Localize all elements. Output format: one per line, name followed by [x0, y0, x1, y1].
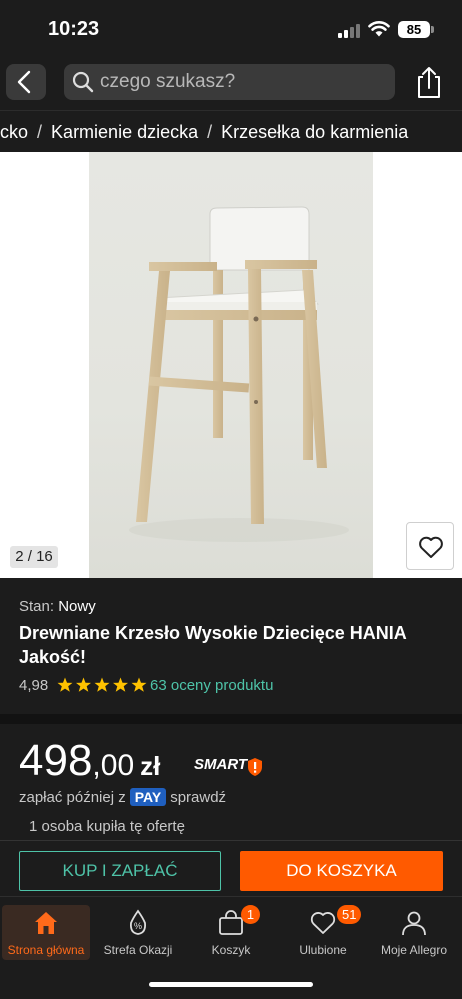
allegro-pay-badge: PAY	[129, 788, 167, 806]
tab-home[interactable]: Strona główna	[2, 905, 90, 960]
status-bar: 10:23 85	[0, 0, 462, 56]
product-title: Drewniane Krzesło Wysokie Dziecięce HANI…	[19, 623, 407, 667]
tab-label: Koszyk	[211, 943, 251, 957]
condition-value: Nowy	[58, 598, 96, 615]
breadcrumb-item[interactable]: Karmienie dziecka	[51, 122, 198, 142]
favorites-badge: 51	[337, 905, 362, 924]
tab-favorites[interactable]: 51 Ulubione	[279, 905, 367, 960]
bought-info: 1 osoba kupiła tę ofertę	[29, 818, 185, 835]
condition-label: Stan: Nowy	[19, 598, 96, 615]
share-button[interactable]	[412, 64, 446, 100]
tab-my-allegro[interactable]: Moje Allegro	[370, 905, 458, 960]
cellular-signal-icon	[338, 24, 362, 38]
ratings-link[interactable]: 63 oceny produktu	[150, 677, 273, 694]
product-photo[interactable]	[89, 152, 373, 578]
back-button[interactable]	[6, 64, 46, 100]
price-currency: zł	[140, 751, 161, 781]
home-icon	[35, 912, 57, 934]
tab-label: Ulubione	[299, 943, 347, 957]
photo-counter: 2 / 16	[10, 546, 58, 568]
breadcrumb-separator: /	[37, 122, 43, 142]
wifi-icon	[368, 21, 390, 37]
breadcrumb-item[interactable]: Krzesełka do karmienia	[221, 122, 408, 142]
breadcrumb: ecko / Karmienie dziecka / Krzesełka do karm…	[0, 110, 462, 152]
purchase-action-bar: KUP I ZAPŁAĆ DO KOSZYKA	[0, 840, 462, 896]
product-gallery[interactable]: 2 / 16	[0, 152, 462, 578]
price: 498,00 zł	[19, 736, 161, 785]
search-box[interactable]	[64, 64, 395, 100]
rating-value: 4,98	[19, 677, 49, 694]
buy-now-button[interactable]: KUP I ZAPŁAĆ	[19, 851, 221, 891]
share-icon	[418, 67, 440, 98]
pay-later-check-link[interactable]: sprawdź	[170, 789, 226, 806]
heart-icon	[310, 912, 336, 934]
search-icon	[72, 71, 94, 93]
cart-badge: 1	[241, 905, 260, 924]
smart-badge[interactable]: SMART	[194, 756, 247, 773]
section-divider	[0, 714, 462, 724]
price-cents: ,00	[92, 749, 135, 782]
svg-text:%: %	[134, 921, 142, 931]
breadcrumb-item[interactable]: ecko	[0, 122, 28, 142]
clock: 10:23	[48, 18, 100, 40]
add-to-cart-button[interactable]: DO KOSZYKA	[240, 851, 443, 891]
tab-label: Strona główna	[7, 943, 85, 957]
heart-icon	[419, 536, 443, 558]
breadcrumb-separator: /	[207, 122, 213, 142]
condition-label-text: Stan:	[19, 598, 55, 615]
battery-tip	[431, 26, 434, 33]
tab-deals[interactable]: % Strefa Okazji	[94, 905, 182, 960]
top-navigation	[0, 56, 462, 108]
tab-label: Strefa Okazji	[103, 943, 173, 957]
user-icon	[402, 911, 426, 936]
pay-later-text: zapłać później z	[19, 789, 126, 806]
tab-cart[interactable]: 1 Koszyk	[187, 905, 275, 960]
star-rating-icon	[57, 677, 147, 692]
smart-alert-icon	[248, 758, 262, 776]
search-input[interactable]	[100, 64, 385, 100]
add-to-favorites-button[interactable]	[406, 522, 454, 570]
pay-later-info: zapłać później z PAY sprawdź	[19, 788, 226, 808]
tab-label: Moje Allegro	[380, 943, 448, 957]
wooden-high-chair-image	[129, 206, 349, 542]
percent-tag-icon: %	[129, 909, 147, 935]
price-main: 498	[19, 736, 93, 785]
chevron-left-icon	[17, 70, 31, 94]
battery-indicator: 85	[398, 21, 430, 38]
home-indicator	[149, 982, 313, 987]
